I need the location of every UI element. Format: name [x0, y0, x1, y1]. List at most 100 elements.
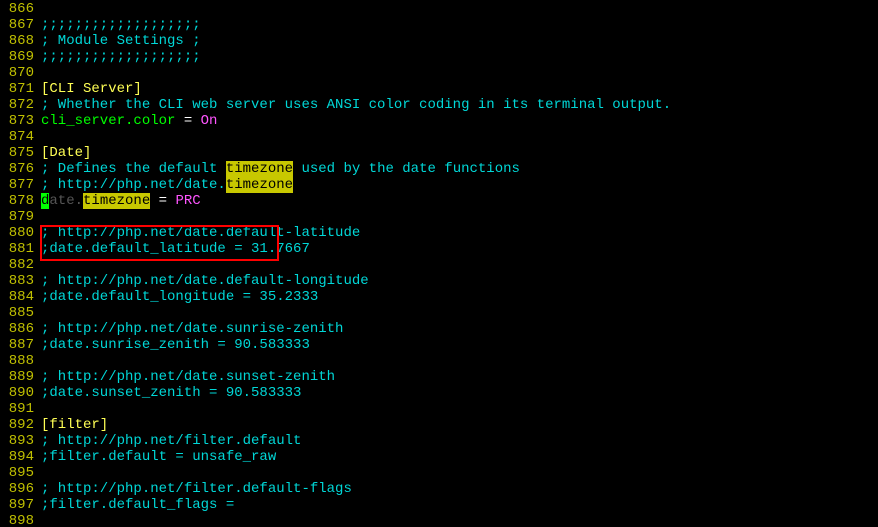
- line-content[interactable]: [41, 65, 878, 81]
- code-line[interactable]: 898: [0, 513, 878, 527]
- code-line[interactable]: 878date.timezone = PRC: [0, 193, 878, 209]
- code-line[interactable]: 883; http://php.net/date.default-longitu…: [0, 273, 878, 289]
- line-content[interactable]: ;;;;;;;;;;;;;;;;;;;: [41, 49, 878, 65]
- line-number: 894: [0, 449, 41, 465]
- line-number: 896: [0, 481, 41, 497]
- code-line[interactable]: 869;;;;;;;;;;;;;;;;;;;: [0, 49, 878, 65]
- code-line[interactable]: 897;filter.default_flags =: [0, 497, 878, 513]
- code-line[interactable]: 894;filter.default = unsafe_raw: [0, 449, 878, 465]
- line-content[interactable]: ;filter.default_flags =: [41, 497, 878, 513]
- line-content[interactable]: [CLI Server]: [41, 81, 878, 97]
- code-line[interactable]: 890;date.sunset_zenith = 90.583333: [0, 385, 878, 401]
- code-line[interactable]: 876; Defines the default timezone used b…: [0, 161, 878, 177]
- code-line[interactable]: 893; http://php.net/filter.default: [0, 433, 878, 449]
- code-line[interactable]: 866: [0, 1, 878, 17]
- code-line[interactable]: 879: [0, 209, 878, 225]
- code-line[interactable]: 881;date.default_latitude = 31.7667: [0, 241, 878, 257]
- line-content[interactable]: ;date.default_longitude = 35.2333: [41, 289, 878, 305]
- line-content[interactable]: cli_server.color = On: [41, 113, 878, 129]
- code-token: ;filter.default_flags =: [41, 497, 234, 513]
- line-content[interactable]: [41, 513, 878, 527]
- code-line[interactable]: 868; Module Settings ;: [0, 33, 878, 49]
- code-line[interactable]: 880; http://php.net/date.default-latitud…: [0, 225, 878, 241]
- line-number: 888: [0, 353, 41, 369]
- line-content[interactable]: ;date.sunset_zenith = 90.583333: [41, 385, 878, 401]
- line-number: 898: [0, 513, 41, 527]
- code-line[interactable]: 872; Whether the CLI web server uses ANS…: [0, 97, 878, 113]
- line-content[interactable]: ; http://php.net/date.sunset-zenith: [41, 369, 878, 385]
- code-token: ; http://php.net/filter.default: [41, 433, 301, 449]
- line-content[interactable]: ; http://php.net/filter.default: [41, 433, 878, 449]
- line-number: 872: [0, 97, 41, 113]
- code-token: =: [150, 193, 175, 209]
- code-token: ate.: [49, 193, 83, 209]
- code-line[interactable]: 877; http://php.net/date.timezone: [0, 177, 878, 193]
- code-token: ; Defines the default: [41, 161, 226, 177]
- code-line[interactable]: 882: [0, 257, 878, 273]
- line-content[interactable]: [41, 257, 878, 273]
- code-token: ; Whether the CLI web server uses ANSI c…: [41, 97, 671, 113]
- line-content[interactable]: [41, 465, 878, 481]
- line-number: 868: [0, 33, 41, 49]
- line-number: 887: [0, 337, 41, 353]
- line-content[interactable]: [Date]: [41, 145, 878, 161]
- line-content[interactable]: [filter]: [41, 417, 878, 433]
- code-token: ; http://php.net/date.: [41, 177, 226, 193]
- line-content[interactable]: ; http://php.net/date.sunrise-zenith: [41, 321, 878, 337]
- code-line[interactable]: 867;;;;;;;;;;;;;;;;;;;: [0, 17, 878, 33]
- line-content[interactable]: ;;;;;;;;;;;;;;;;;;;: [41, 17, 878, 33]
- line-number: 895: [0, 465, 41, 481]
- code-line[interactable]: 871[CLI Server]: [0, 81, 878, 97]
- code-token: timezone: [226, 177, 293, 193]
- code-line[interactable]: 889; http://php.net/date.sunset-zenith: [0, 369, 878, 385]
- line-number: 890: [0, 385, 41, 401]
- line-content[interactable]: ; Defines the default timezone used by t…: [41, 161, 878, 177]
- line-number: 876: [0, 161, 41, 177]
- code-token: ; http://php.net/date.sunset-zenith: [41, 369, 335, 385]
- line-content[interactable]: [41, 401, 878, 417]
- code-token: ; Module Settings ;: [41, 33, 201, 49]
- code-line[interactable]: 884;date.default_longitude = 35.2333: [0, 289, 878, 305]
- code-line[interactable]: 892[filter]: [0, 417, 878, 433]
- code-token: [CLI Server]: [41, 81, 142, 97]
- line-number: 882: [0, 257, 41, 273]
- line-content[interactable]: ; http://php.net/date.timezone: [41, 177, 878, 193]
- line-content[interactable]: [41, 1, 878, 17]
- line-content[interactable]: [41, 209, 878, 225]
- code-line[interactable]: 886; http://php.net/date.sunrise-zenith: [0, 321, 878, 337]
- line-content[interactable]: date.timezone = PRC: [41, 193, 878, 209]
- code-token: On: [201, 113, 218, 129]
- code-token: ; http://php.net/date.default-latitude: [41, 225, 360, 241]
- code-line[interactable]: 887;date.sunrise_zenith = 90.583333: [0, 337, 878, 353]
- code-token: PRC: [175, 193, 200, 209]
- line-content[interactable]: [41, 305, 878, 321]
- line-content[interactable]: ;filter.default = unsafe_raw: [41, 449, 878, 465]
- line-number: 877: [0, 177, 41, 193]
- code-line[interactable]: 875[Date]: [0, 145, 878, 161]
- line-number: 866: [0, 1, 41, 17]
- code-line[interactable]: 873cli_server.color = On: [0, 113, 878, 129]
- code-token: ;date.sunset_zenith = 90.583333: [41, 385, 301, 401]
- code-line[interactable]: 885: [0, 305, 878, 321]
- code-token: ;date.default_latitude = 31.7667: [41, 241, 310, 257]
- code-line[interactable]: 870: [0, 65, 878, 81]
- line-content[interactable]: ;date.default_latitude = 31.7667: [41, 241, 878, 257]
- code-line[interactable]: 891: [0, 401, 878, 417]
- line-content[interactable]: ; http://php.net/filter.default-flags: [41, 481, 878, 497]
- line-content[interactable]: ; Whether the CLI web server uses ANSI c…: [41, 97, 878, 113]
- code-line[interactable]: 874: [0, 129, 878, 145]
- code-line[interactable]: 895: [0, 465, 878, 481]
- line-content[interactable]: ;date.sunrise_zenith = 90.583333: [41, 337, 878, 353]
- line-content[interactable]: [41, 353, 878, 369]
- code-line[interactable]: 896; http://php.net/filter.default-flags: [0, 481, 878, 497]
- line-number: 889: [0, 369, 41, 385]
- code-token: timezone: [226, 161, 293, 177]
- line-number: 880: [0, 225, 41, 241]
- line-content[interactable]: ; Module Settings ;: [41, 33, 878, 49]
- line-content[interactable]: ; http://php.net/date.default-latitude: [41, 225, 878, 241]
- line-number: 881: [0, 241, 41, 257]
- code-line[interactable]: 888: [0, 353, 878, 369]
- line-content[interactable]: [41, 129, 878, 145]
- code-editor[interactable]: 866867;;;;;;;;;;;;;;;;;;;868; Module Set…: [0, 0, 878, 527]
- line-content[interactable]: ; http://php.net/date.default-longitude: [41, 273, 878, 289]
